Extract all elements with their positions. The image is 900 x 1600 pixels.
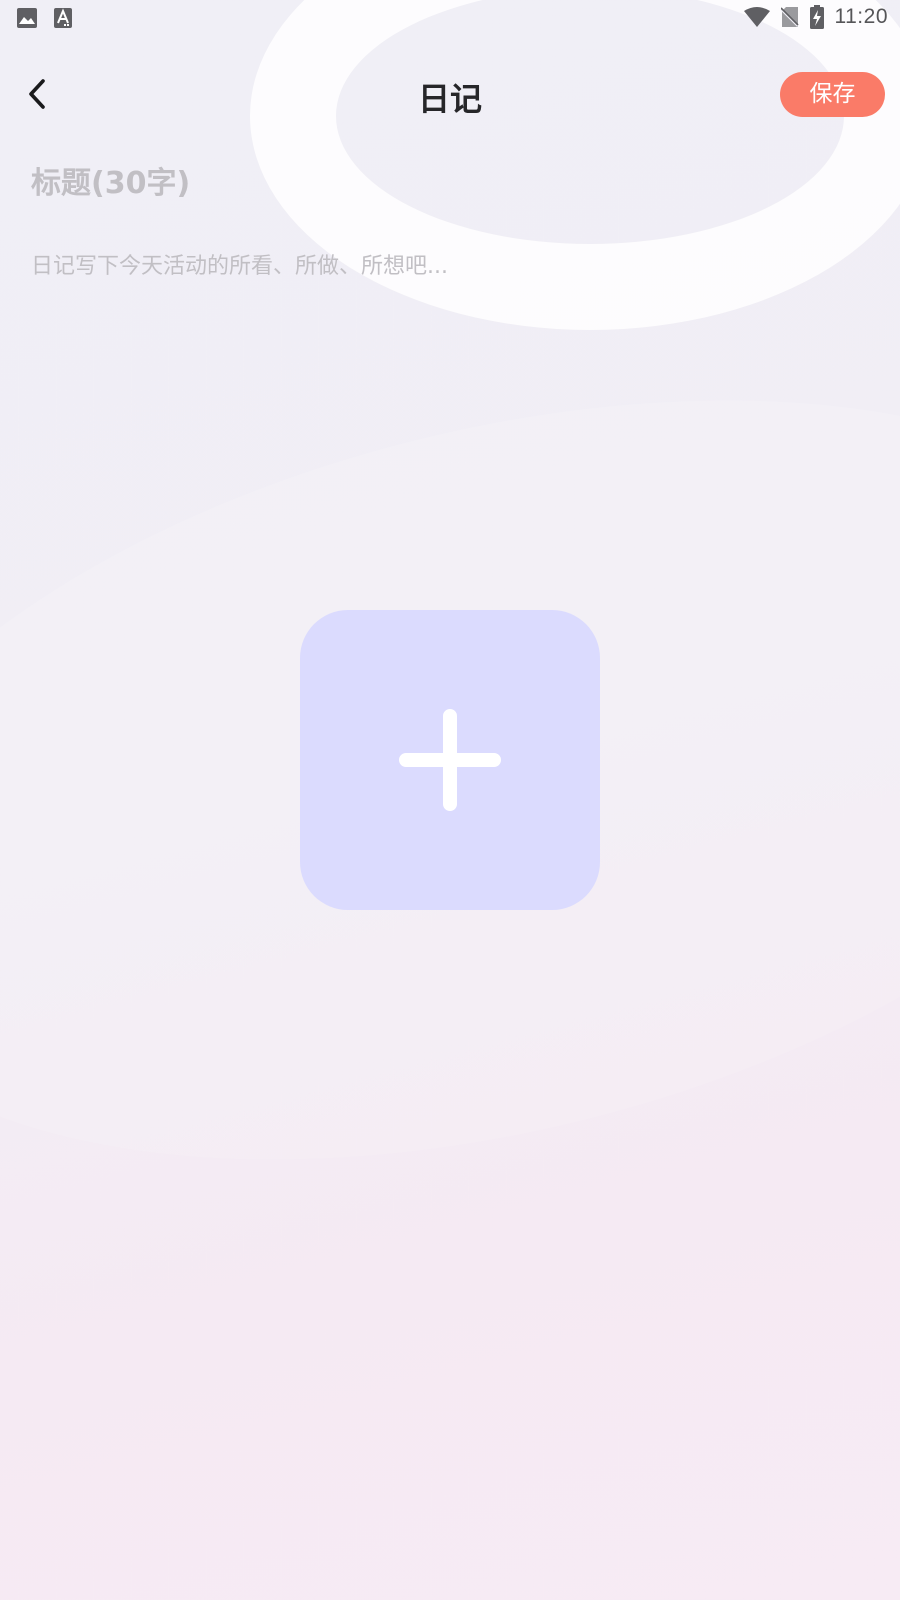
add-image-button[interactable] [300, 610, 600, 910]
header: 日记 保存 [0, 60, 900, 130]
status-bar-system: 11:20 [743, 5, 889, 29]
image-icon [17, 8, 37, 28]
no-sim-icon [780, 7, 799, 27]
save-button[interactable]: 保存 [780, 72, 885, 117]
content-input[interactable]: 日记写下今天活动的所看、所做、所想吧... [31, 247, 871, 287]
title-input[interactable]: 标题(30字) [31, 160, 871, 208]
page-title: 日记 [417, 80, 482, 118]
status-time: 11:20 [834, 5, 888, 28]
status-bar: 11:20 [0, 0, 900, 36]
wifi-icon [743, 7, 770, 27]
battery-charging-icon [809, 5, 824, 29]
plus-icon [399, 709, 501, 811]
text-input-icon [54, 8, 72, 28]
status-bar-notifications [17, 8, 72, 28]
